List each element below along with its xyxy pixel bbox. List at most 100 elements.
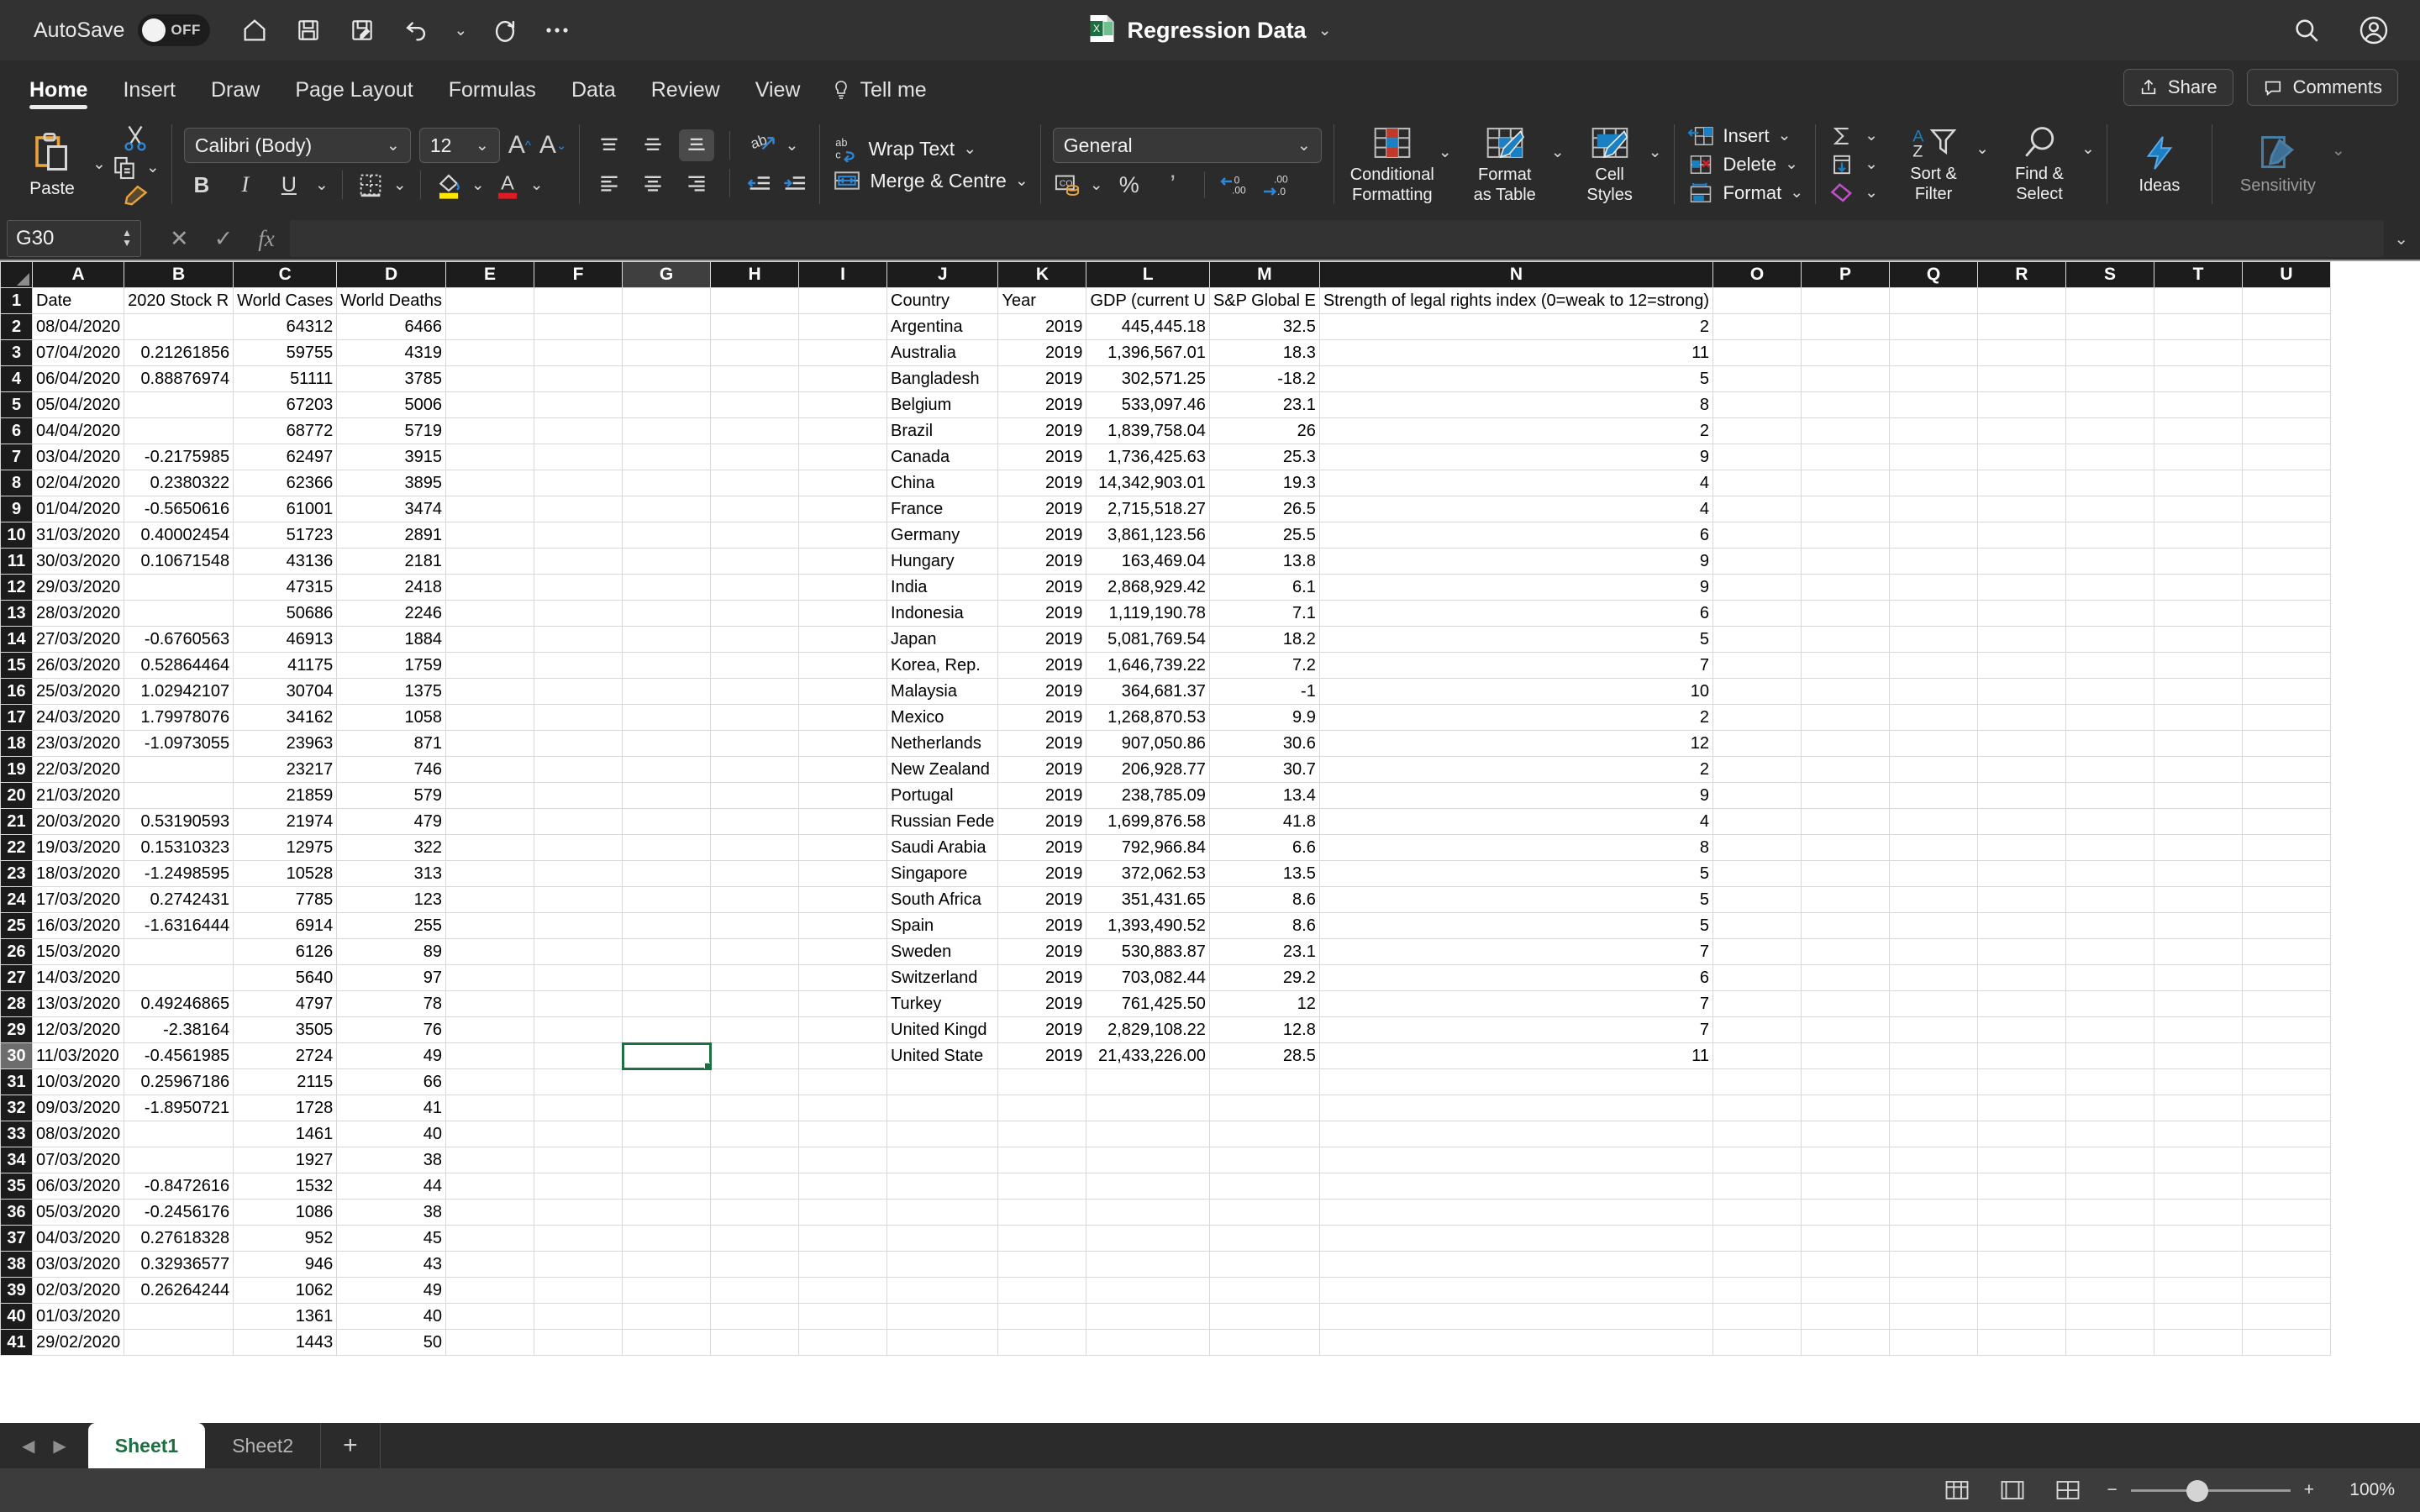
fill-color-chevron-down-icon[interactable]: ⌄ bbox=[471, 177, 485, 193]
row-header-39[interactable]: 39 bbox=[0, 1277, 33, 1304]
cell-B27[interactable] bbox=[124, 964, 234, 991]
cell-I10[interactable] bbox=[798, 522, 888, 549]
cell-S23[interactable] bbox=[2065, 860, 2154, 887]
cell-E2[interactable] bbox=[445, 313, 535, 340]
cell-O27[interactable] bbox=[1712, 964, 1802, 991]
cell-L5[interactable]: 533,097.46 bbox=[1086, 391, 1210, 418]
sort-filter-button[interactable]: A Z Sort & Filter bbox=[1891, 125, 1975, 203]
cell-A27[interactable]: 14/03/2020 bbox=[31, 964, 125, 991]
cell-K30[interactable]: 2019 bbox=[997, 1042, 1087, 1069]
cell-B20[interactable] bbox=[124, 782, 234, 809]
cell-N24[interactable]: 5 bbox=[1318, 886, 1714, 913]
cell-R12[interactable] bbox=[1977, 574, 2066, 601]
row-header-6[interactable]: 6 bbox=[0, 417, 33, 444]
cell-S37[interactable] bbox=[2065, 1225, 2154, 1252]
cell-C39[interactable]: 1062 bbox=[233, 1277, 338, 1304]
cell-F10[interactable] bbox=[534, 522, 623, 549]
cell-B38[interactable]: 0.32936577 bbox=[124, 1251, 234, 1278]
cell-L11[interactable]: 163,469.04 bbox=[1086, 548, 1210, 575]
cell-I39[interactable] bbox=[798, 1277, 888, 1304]
cell-C19[interactable]: 23217 bbox=[233, 756, 338, 783]
cell-I7[interactable] bbox=[798, 444, 888, 470]
cell-R26[interactable] bbox=[1977, 938, 2066, 965]
cell-S14[interactable] bbox=[2065, 626, 2154, 653]
cell-D24[interactable]: 123 bbox=[336, 886, 447, 913]
cell-K40[interactable] bbox=[997, 1303, 1087, 1330]
cell-I23[interactable] bbox=[798, 860, 888, 887]
cell-R20[interactable] bbox=[1977, 782, 2066, 809]
cell-R33[interactable] bbox=[1977, 1121, 2066, 1147]
cell-J5[interactable]: Belgium bbox=[886, 391, 999, 418]
cell-I14[interactable] bbox=[798, 626, 888, 653]
cell-K33[interactable] bbox=[997, 1121, 1087, 1147]
cell-I11[interactable] bbox=[798, 548, 888, 575]
cell-O22[interactable] bbox=[1712, 834, 1802, 861]
cell-P18[interactable] bbox=[1801, 730, 1890, 757]
insert-chevron-down-icon[interactable]: ⌄ bbox=[1778, 128, 1791, 144]
format-chevron-down-icon[interactable]: ⌄ bbox=[1790, 185, 1803, 201]
comma-style-button[interactable]: ’ bbox=[1155, 169, 1191, 201]
cell-J18[interactable]: Netherlands bbox=[886, 730, 999, 757]
row-header-4[interactable]: 4 bbox=[0, 365, 33, 392]
cell-G22[interactable] bbox=[622, 834, 712, 861]
cell-C12[interactable]: 47315 bbox=[233, 574, 338, 601]
cell-O4[interactable] bbox=[1712, 365, 1802, 392]
cell-E23[interactable] bbox=[445, 860, 535, 887]
cell-O30[interactable] bbox=[1712, 1042, 1802, 1069]
cell-P40[interactable] bbox=[1801, 1303, 1890, 1330]
cell-I41[interactable] bbox=[798, 1329, 888, 1356]
cell-P36[interactable] bbox=[1801, 1199, 1890, 1226]
cell-E9[interactable] bbox=[445, 496, 535, 522]
cell-T32[interactable] bbox=[2154, 1095, 2243, 1121]
cell-R29[interactable] bbox=[1977, 1016, 2066, 1043]
row-header-14[interactable]: 14 bbox=[0, 626, 33, 653]
cell-N23[interactable]: 5 bbox=[1318, 860, 1714, 887]
cell-R40[interactable] bbox=[1977, 1303, 2066, 1330]
cell-I2[interactable] bbox=[798, 313, 888, 340]
cell-G12[interactable] bbox=[622, 574, 712, 601]
column-header-O[interactable]: O bbox=[1712, 261, 1802, 288]
cell-M36[interactable] bbox=[1208, 1199, 1320, 1226]
cell-I5[interactable] bbox=[798, 391, 888, 418]
cell-U22[interactable] bbox=[2242, 834, 2331, 861]
cell-A6[interactable]: 04/04/2020 bbox=[31, 417, 125, 444]
cell-S40[interactable] bbox=[2065, 1303, 2154, 1330]
cell-T18[interactable] bbox=[2154, 730, 2243, 757]
cell-L15[interactable]: 1,646,739.22 bbox=[1086, 652, 1210, 679]
cell-H34[interactable] bbox=[710, 1147, 800, 1173]
cell-P5[interactable] bbox=[1801, 391, 1890, 418]
cell-E12[interactable] bbox=[445, 574, 535, 601]
sheet-tab-sheet2[interactable]: Sheet2 bbox=[205, 1423, 320, 1468]
cell-N34[interactable] bbox=[1318, 1147, 1714, 1173]
cell-F21[interactable] bbox=[534, 808, 623, 835]
cell-A39[interactable]: 02/03/2020 bbox=[31, 1277, 125, 1304]
row-header-13[interactable]: 13 bbox=[0, 600, 33, 627]
cell-N27[interactable]: 6 bbox=[1318, 964, 1714, 991]
cell-M16[interactable]: -1 bbox=[1208, 678, 1320, 705]
cell-C29[interactable]: 3505 bbox=[233, 1016, 338, 1043]
cell-C28[interactable]: 4797 bbox=[233, 990, 338, 1017]
account-icon[interactable] bbox=[2358, 14, 2390, 46]
cell-O15[interactable] bbox=[1712, 652, 1802, 679]
cell-B28[interactable]: 0.49246865 bbox=[124, 990, 234, 1017]
cell-B29[interactable]: -2.38164 bbox=[124, 1016, 234, 1043]
cell-P27[interactable] bbox=[1801, 964, 1890, 991]
row-header-41[interactable]: 41 bbox=[0, 1329, 33, 1356]
cell-E7[interactable] bbox=[445, 444, 535, 470]
tab-formulas[interactable]: Formulas bbox=[431, 78, 554, 113]
cell-M14[interactable]: 18.2 bbox=[1208, 626, 1320, 653]
cell-F25[interactable] bbox=[534, 912, 623, 939]
cell-P19[interactable] bbox=[1801, 756, 1890, 783]
cell-C36[interactable]: 1086 bbox=[233, 1199, 338, 1226]
cell-K3[interactable]: 2019 bbox=[997, 339, 1087, 366]
cell-O18[interactable] bbox=[1712, 730, 1802, 757]
cell-D3[interactable]: 4319 bbox=[336, 339, 447, 366]
fill-color-icon[interactable] bbox=[434, 170, 463, 200]
cell-U27[interactable] bbox=[2242, 964, 2331, 991]
cell-G33[interactable] bbox=[622, 1121, 712, 1147]
cell-N15[interactable]: 7 bbox=[1318, 652, 1714, 679]
cell-D35[interactable]: 44 bbox=[336, 1173, 447, 1200]
cell-R24[interactable] bbox=[1977, 886, 2066, 913]
row-header-15[interactable]: 15 bbox=[0, 652, 33, 679]
tab-insert[interactable]: Insert bbox=[105, 78, 193, 113]
